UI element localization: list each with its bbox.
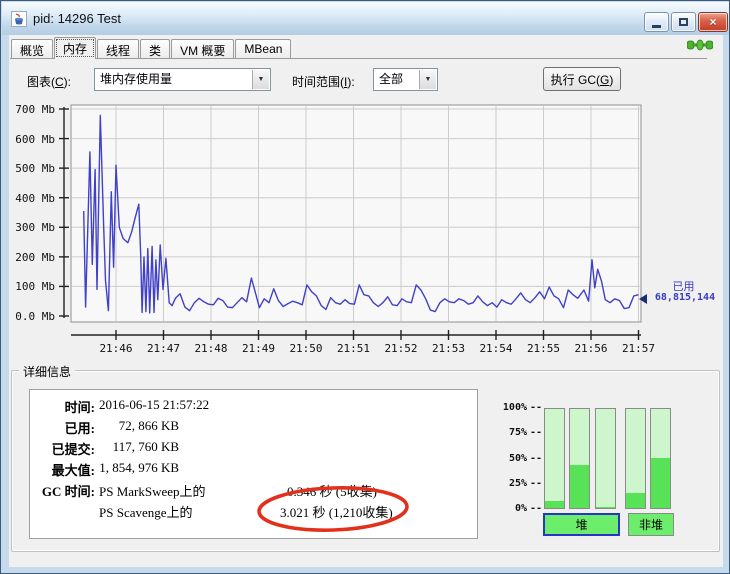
time-range-selected-value: 全部 xyxy=(379,72,404,86)
detail-label: 时间: xyxy=(64,400,95,415)
chart-select-label: 图表(C): xyxy=(27,75,72,89)
window-title: pid: 14296 Test xyxy=(33,11,121,26)
gauge-tick-dash: -- xyxy=(530,452,543,464)
connection-status-icon xyxy=(686,38,714,57)
gauge-bar xyxy=(650,408,671,509)
gauge-tick-dash: -- xyxy=(530,477,543,489)
tab-线程[interactable]: 线程 xyxy=(97,39,140,59)
series-annotation-value: 68,815,144 xyxy=(654,292,716,303)
close-icon: × xyxy=(709,15,717,29)
chart-type-selected-value: 堆内存使用量 xyxy=(100,72,173,86)
detail-value: 1, 854, 976 KB xyxy=(99,460,179,475)
detail-label: 最大值: xyxy=(51,463,95,478)
gc-collector-name: PS MarkSweep上的 xyxy=(99,484,206,499)
gauge-bar xyxy=(625,408,646,509)
heap-button[interactable]: 堆 xyxy=(543,513,620,536)
x-tick-label: 21:57 xyxy=(621,342,656,355)
detail-label: 已用: xyxy=(64,421,95,436)
x-tick-label: 21:46 xyxy=(99,342,133,355)
detail-value: 72, 866 KB xyxy=(118,418,179,433)
y-tick-label: 300 Mb xyxy=(15,221,55,235)
tab-MBean[interactable]: MBean xyxy=(235,39,292,59)
x-tick-label: 21:55 xyxy=(526,342,561,355)
perform-gc-button[interactable]: 执行 GC(G) xyxy=(543,67,621,91)
detail-value: 117, 760 KB xyxy=(112,439,179,454)
x-tick-label: 21:47 xyxy=(146,342,181,355)
gauge-tick-label: 100% xyxy=(502,402,527,413)
details-groupbox-title: 详细信息 xyxy=(19,363,76,380)
gauge-bar xyxy=(595,408,616,509)
x-tick-label: 21:51 xyxy=(336,342,371,355)
y-tick-label: 600 Mb xyxy=(15,132,55,146)
detail-row: 时间: 2016-06-15 21:57:22 xyxy=(30,397,477,415)
gc-detail-row: PS Scavenge上的 3.021 秒 (1,210收集) xyxy=(30,502,477,520)
detail-label: GC 时间: xyxy=(41,484,95,499)
x-tick-label: 21:54 xyxy=(479,342,513,355)
tab-概览[interactable]: 概览 xyxy=(11,39,54,59)
titlebar[interactable]: pid: 14296 Test × xyxy=(2,2,729,35)
x-tick-label: 21:52 xyxy=(384,342,418,355)
y-tick-label: 0.0 Mb xyxy=(15,310,55,323)
non-heap-button[interactable]: 非堆 xyxy=(628,513,674,536)
gauge-bar xyxy=(544,408,565,509)
y-tick-label: 200 Mb xyxy=(15,250,55,264)
gauge-bar-fill xyxy=(626,493,645,508)
detail-value: 2016-06-15 21:57:22 xyxy=(99,397,210,412)
y-tick-label: 700 Mb xyxy=(15,103,55,116)
chevron-down-icon[interactable]: ▼ xyxy=(252,70,269,89)
gauge-bar-fill xyxy=(570,465,589,508)
gauge-tick-label: 50% xyxy=(508,452,527,464)
jconsole-window: pid: 14296 Test × 概览 内存 线程类 VM 概要 MBean 图表(C… xyxy=(0,0,730,574)
gauge-bar-fill xyxy=(545,501,564,508)
tab-内存[interactable]: 内存 xyxy=(54,37,97,59)
gc-time-value: 0.346 秒 (5收集) xyxy=(287,484,377,499)
details-panel: 时间: 2016-06-15 21:57:22 已用: 72, 866 KB 已提交: 1… xyxy=(29,389,478,539)
tab-VM 概要[interactable]: VM 概要 xyxy=(171,39,235,59)
time-range-select[interactable]: 全部 ▼ xyxy=(373,68,438,91)
detail-label: 已提交: xyxy=(51,442,95,457)
x-tick-label: 21:56 xyxy=(574,342,608,355)
minimize-icon xyxy=(652,24,661,28)
gc-time-value: 3.021 秒 (1,210收集) xyxy=(280,505,393,520)
java-app-icon xyxy=(11,11,27,27)
x-tick-label: 21:48 xyxy=(194,342,228,355)
gc-detail-row: GC 时间: PS MarkSweep上的 0.346 秒 (5收集) xyxy=(30,481,477,499)
gauge-tick-dash: -- xyxy=(530,503,543,514)
tab-content-border xyxy=(10,58,707,59)
x-tick-label: 21:49 xyxy=(241,342,276,355)
chevron-down-icon[interactable]: ▼ xyxy=(419,70,436,89)
chart-type-select[interactable]: 堆内存使用量 ▼ xyxy=(94,68,271,91)
gauge-tick-label: 25% xyxy=(508,477,527,489)
minimize-button[interactable] xyxy=(644,12,669,32)
gauge-tick-label: 75% xyxy=(508,427,527,439)
gauge-bar-fill xyxy=(596,507,615,508)
maximize-icon xyxy=(679,18,688,26)
x-tick-label: 21:50 xyxy=(289,342,323,355)
detail-row: 已提交: 117, 760 KB xyxy=(30,439,477,457)
detail-row: 已用: 72, 866 KB xyxy=(30,418,477,436)
y-tick-label: 100 Mb xyxy=(15,280,55,294)
gauge-bar-fill xyxy=(651,457,670,508)
detail-row: 最大值: 1, 854, 976 KB xyxy=(30,460,477,478)
y-tick-label: 500 Mb xyxy=(15,162,55,176)
series-marker-icon xyxy=(639,294,647,304)
close-button[interactable]: × xyxy=(698,12,728,32)
gauge-bar xyxy=(569,408,590,509)
gauge-tick-dash: -- xyxy=(530,402,543,413)
gauge-tick-label: 0% xyxy=(514,503,527,514)
gc-collector-name: PS Scavenge上的 xyxy=(99,505,193,520)
tab-bar: 概览 内存 线程类 VM 概要 MBean xyxy=(11,37,292,59)
y-tick-label: 400 Mb xyxy=(15,191,55,205)
time-range-label: 时间范围(I): xyxy=(292,75,355,89)
gauge-tick-dash: -- xyxy=(530,427,543,439)
x-tick-label: 21:53 xyxy=(431,342,466,355)
tab-类[interactable]: 类 xyxy=(140,39,171,59)
maximize-button[interactable] xyxy=(671,12,696,32)
